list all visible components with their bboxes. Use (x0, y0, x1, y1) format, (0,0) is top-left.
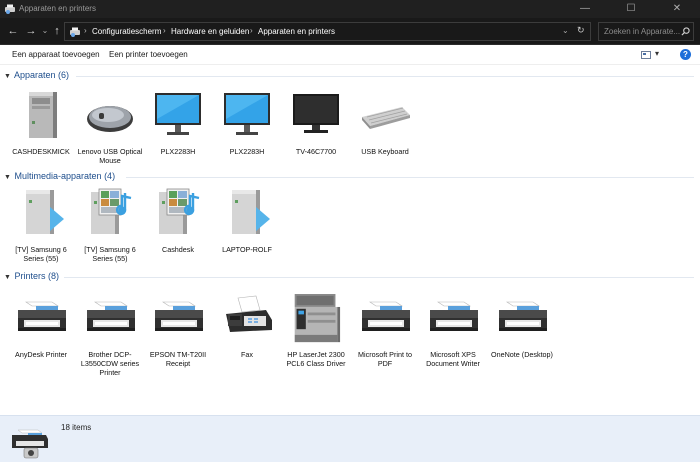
media-renderer-icon (222, 187, 272, 241)
breadcrumb-hardware-sound[interactable]: Hardware en geluiden (171, 27, 249, 36)
minimize-button[interactable]: — (562, 0, 608, 18)
address-bar[interactable]: › Configuratiescherm › Hardware en gelui… (64, 22, 591, 41)
device-label: [TV] Samsung 6 Series (55) (15, 245, 67, 263)
mouse-icon (85, 89, 135, 143)
device-list: ▼ Apparaten (6) CASHDESKMICK Lenovo USB … (0, 66, 700, 415)
breadcrumb-separator[interactable]: › (250, 26, 253, 35)
group-divider (126, 177, 694, 178)
group-divider (76, 76, 694, 77)
group-title: Multimedia-apparaten (4) (14, 171, 116, 181)
monitor-icon (222, 89, 272, 143)
close-button[interactable]: ✕ (654, 0, 700, 18)
group-title: Printers (8) (14, 271, 60, 281)
printer-label: Microsoft XPS Document Writer (426, 350, 480, 368)
device-label: PLX2283H (229, 147, 265, 156)
group-header-devices[interactable]: ▼ Apparaten (6) (4, 70, 69, 82)
device-label: LAPTOP-ROLF (222, 245, 272, 254)
printer-label: EPSON TM-T20II Receipt (149, 350, 207, 368)
printer-label: OneNote (Desktop) (491, 350, 553, 359)
address-toolbar: ← → ⌄ ↑ › Configuratiescherm › Hardware … (0, 18, 700, 45)
group-header-printers[interactable]: ▼ Printers (8) (4, 271, 59, 283)
chevron-down-icon[interactable]: ▼ (4, 174, 12, 181)
group-title: Apparaten (6) (14, 70, 70, 80)
group-divider (64, 277, 694, 278)
printer-icon (153, 292, 203, 346)
printer-label: Fax (241, 350, 253, 359)
computer-tower-icon (16, 89, 66, 143)
refresh-button[interactable]: ↻ (577, 25, 585, 36)
search-box[interactable]: Zoeken in Apparate... (598, 22, 694, 41)
breadcrumb-control-panel[interactable]: Configuratiescherm (92, 27, 161, 36)
printer-label: AnyDesk Printer (15, 350, 67, 359)
printer-icon (428, 292, 478, 346)
chevron-down-icon[interactable]: ▼ (4, 274, 12, 281)
forward-button[interactable]: → (24, 24, 38, 38)
devices-printers-icon (5, 4, 15, 14)
add-device-button[interactable]: Een apparaat toevoegen (12, 50, 100, 59)
add-printer-button[interactable]: Een printer toevoegen (109, 50, 188, 59)
device-label: CASHDESKMICK (12, 147, 70, 156)
printer-icon (497, 292, 547, 346)
group-header-multimedia[interactable]: ▼ Multimedia-apparaten (4) (4, 171, 115, 183)
media-server-icon (85, 187, 135, 241)
command-bar: Een apparaat toevoegen Een printer toevo… (0, 45, 700, 65)
view-options-icon[interactable] (641, 51, 651, 59)
item-count: 18 items (61, 423, 92, 432)
help-button[interactable]: ? (680, 49, 691, 60)
window-title: Apparaten en printers (19, 4, 96, 13)
printer-icon (85, 292, 135, 346)
printer-icon (16, 292, 66, 346)
title-bar: Apparaten en printers — ☐ ✕ (0, 0, 700, 18)
breadcrumb-separator[interactable]: › (163, 26, 166, 35)
device-label: USB Keyboard (361, 147, 409, 156)
maximize-button[interactable]: ☐ (608, 0, 654, 18)
media-server-icon (153, 187, 203, 241)
laser-printer-icon (291, 292, 341, 346)
monitor-icon (153, 89, 203, 143)
view-dropdown-button[interactable]: ▾ (655, 49, 659, 58)
tv-icon (291, 89, 341, 143)
breadcrumb-separator[interactable]: › (84, 26, 87, 35)
device-label: PLX2283H (160, 147, 196, 156)
chevron-down-icon[interactable]: ▼ (4, 73, 12, 80)
media-renderer-icon (16, 187, 66, 241)
fax-icon (222, 292, 272, 346)
device-label: [TV] Samsung 6 Series (55) (84, 245, 136, 263)
keyboard-icon (360, 89, 410, 143)
device-label: Cashdesk (162, 245, 194, 254)
breadcrumb-devices-printers[interactable]: Apparaten en printers (258, 27, 335, 36)
search-icon[interactable] (681, 27, 690, 36)
back-button[interactable]: ← (6, 24, 20, 38)
printer-label: Microsoft Print to PDF (358, 350, 412, 368)
device-label: Lenovo USB Optical Mouse (77, 147, 143, 165)
details-pane: 18 items (0, 415, 700, 462)
device-label: TV-46C7700 (295, 147, 337, 156)
printer-camera-icon (12, 429, 48, 459)
printer-icon (360, 292, 410, 346)
search-input[interactable]: Zoeken in Apparate... (604, 27, 680, 36)
control-panel-icon (70, 27, 80, 37)
printer-label: HP LaserJet 2300 PCL6 Class Driver (286, 350, 346, 368)
address-dropdown-button[interactable]: ⌄ (562, 26, 569, 35)
printer-label: Brother DCP-L3550CDW series Printer (80, 350, 140, 377)
up-button[interactable]: ↑ (50, 24, 64, 38)
